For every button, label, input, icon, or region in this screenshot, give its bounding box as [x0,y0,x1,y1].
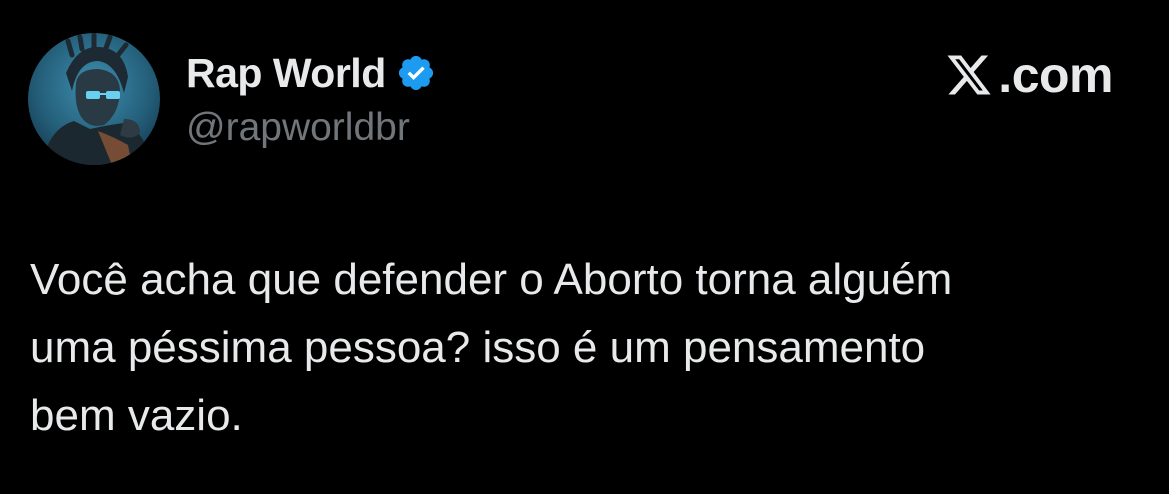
avatar[interactable] [28,33,160,165]
verified-badge-icon [396,53,436,93]
author-handle[interactable]: @rapworldbr [186,106,410,150]
tweet-text: Você acha que defender o Aborto torna al… [30,246,1140,450]
display-name[interactable]: Rap World [186,50,386,97]
tweet-text-line: bem vazio. [30,391,243,440]
tweet-card: Rap World @rapworldbr .com Você acha que… [0,0,1169,494]
author-name-row: Rap World [186,48,436,98]
tweet-text-line: uma péssima pessoa? isso é um pensamento [30,323,926,372]
brand-domain: .com [998,47,1113,103]
brand-watermark: .com [944,46,1113,104]
tweet-text-line: Você acha que defender o Aborto torna al… [30,255,953,304]
x-logo-icon [944,51,994,99]
artist-avatar-icon [28,33,160,165]
